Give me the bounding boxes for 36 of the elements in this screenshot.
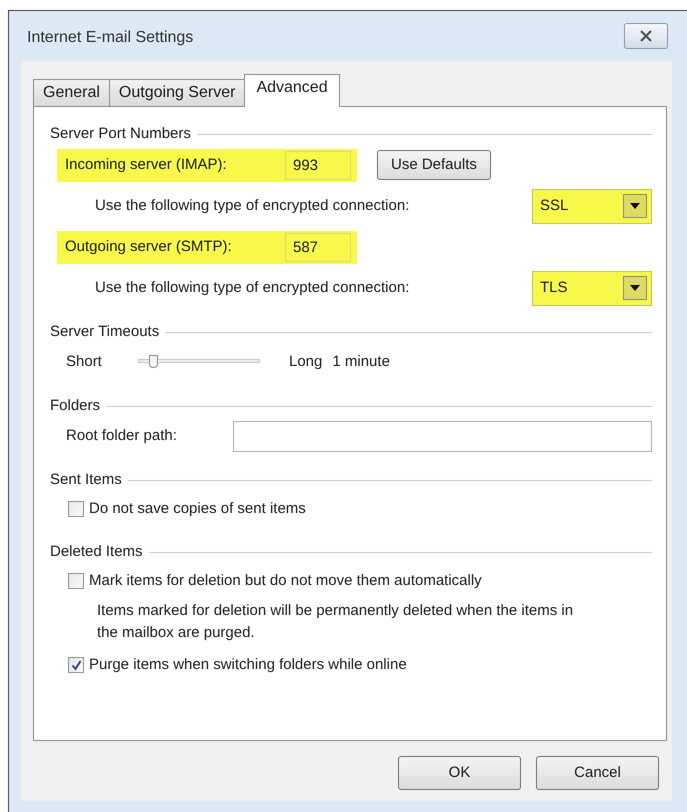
checkbox-label: Mark items for deletion but do not move them automatically [89, 570, 482, 591]
dialog-button[interactable]: Cancel [536, 756, 659, 790]
section-title: Server Timeouts [50, 322, 160, 342]
tab[interactable]: Outgoing Server [108, 79, 246, 106]
port-field[interactable]: 993 [285, 150, 351, 180]
dropdown-field[interactable]: TLS [532, 270, 652, 306]
section-title: Deleted Items [50, 542, 143, 562]
slider-track[interactable] [138, 355, 260, 369]
tab[interactable]: Advanced [244, 74, 340, 107]
dropdown-field[interactable]: SSL [532, 188, 652, 224]
close-icon [639, 30, 653, 42]
checkbox-label: Do not save copies of sent items [89, 498, 306, 519]
field-label: Incoming server (IMAP): [65, 154, 228, 175]
field-label: Use the following type of encrypted connection: [95, 278, 410, 298]
root-folder-field[interactable] [233, 420, 652, 452]
slider-label: Long [289, 352, 322, 372]
port-field[interactable]: 587 [285, 232, 351, 262]
timeout-value: 1 minute [332, 352, 390, 372]
checkbox[interactable] [68, 501, 84, 517]
checkbox[interactable] [68, 573, 84, 589]
description-text: Items marked for deletion will be permanently deleted when the items in the mailbox are purged. [97, 601, 574, 643]
use-defaults-button[interactable]: Use Defaults [377, 150, 491, 180]
field-label: Root folder path: [66, 426, 178, 446]
field-label: Use the following type of encrypted connection: [95, 196, 410, 216]
section-title: Server Port Numbers [50, 124, 191, 144]
close-button[interactable] [624, 23, 668, 49]
slider-thumb[interactable] [149, 355, 158, 368]
window-title: Internet E-mail Settings [27, 28, 194, 48]
section-title: Folders [50, 396, 100, 416]
checkbox-label: Purge items when switching folders while online [89, 654, 407, 675]
dialog-button[interactable]: OK [398, 756, 521, 790]
field-label: Outgoing server (SMTP): [65, 236, 233, 257]
tab[interactable]: General [33, 79, 110, 106]
slider-label: Short [66, 352, 103, 372]
section-title: Sent Items [50, 470, 122, 490]
checkbox[interactable] [68, 657, 84, 673]
